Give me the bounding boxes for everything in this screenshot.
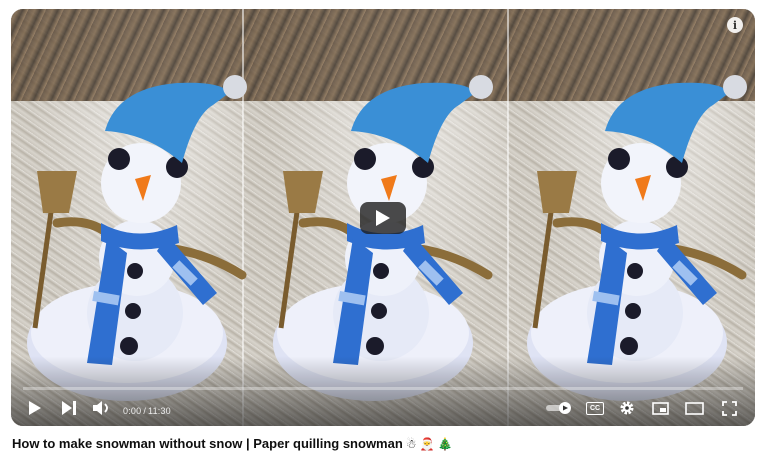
santa-emoji-icon: 🎅	[419, 437, 435, 451]
miniplayer-icon	[651, 401, 669, 415]
video-title[interactable]: How to make snowman without snow | Paper…	[12, 436, 452, 451]
autoplay-toggle[interactable]	[545, 398, 573, 418]
play-icon	[376, 210, 390, 226]
play-button[interactable]	[25, 398, 45, 418]
next-icon	[62, 401, 76, 415]
miniplayer-button[interactable]	[649, 398, 671, 418]
christmas-tree-emoji-icon: 🎄	[437, 437, 453, 451]
snowman-emoji-icon: ☃	[405, 437, 417, 451]
progress-bar[interactable]	[23, 387, 743, 390]
video-player[interactable]: i 0:00/11:30 CC	[11, 9, 755, 426]
settings-button[interactable]	[616, 398, 638, 418]
fullscreen-icon	[721, 400, 737, 416]
center-play-button[interactable]	[360, 202, 406, 234]
theater-mode-icon	[684, 401, 704, 415]
info-icon[interactable]: i	[727, 17, 743, 33]
time-display: 0:00/11:30	[123, 406, 171, 416]
theater-mode-button[interactable]	[683, 398, 705, 418]
current-time: 0:00	[123, 406, 142, 416]
fullscreen-button[interactable]	[718, 398, 740, 418]
volume-icon	[93, 401, 108, 415]
duration: 11:30	[148, 406, 171, 416]
video-title-text: How to make snowman without snow | Paper…	[12, 436, 403, 451]
subtitles-icon: CC	[586, 401, 604, 415]
settings-icon	[620, 401, 634, 415]
play-icon	[29, 401, 41, 415]
subtitles-button[interactable]: CC	[584, 398, 606, 418]
volume-button[interactable]	[91, 398, 113, 418]
time-separator: /	[143, 406, 147, 416]
next-button[interactable]	[59, 398, 79, 418]
autoplay-toggle-icon	[546, 402, 571, 414]
